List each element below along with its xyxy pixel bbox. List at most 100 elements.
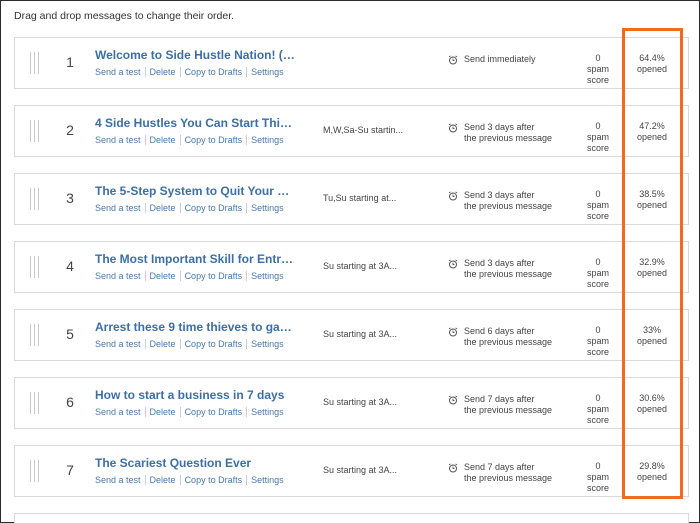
opened-rate: 32.9% opened xyxy=(636,257,668,278)
send-timing: Send immediately xyxy=(464,54,536,64)
drag-handle-icon[interactable] xyxy=(30,120,39,142)
delete-link[interactable]: Delete xyxy=(144,271,180,281)
send-test-link[interactable]: Send a test xyxy=(95,67,145,77)
opened-rate: 47.2% opened xyxy=(636,121,668,142)
alarm-clock-icon xyxy=(448,395,458,405)
message-row-partial xyxy=(14,513,689,523)
alarm-clock-icon xyxy=(448,259,458,269)
message-title-link[interactable]: The 5-Step System to Quit Your Job I... xyxy=(95,184,295,198)
send-test-link[interactable]: Send a test xyxy=(95,407,145,417)
alarm-clock-icon xyxy=(448,463,458,473)
message-actions: Send a test Delete Copy to Drafts Settin… xyxy=(95,475,288,485)
send-test-link[interactable]: Send a test xyxy=(95,475,145,485)
spam-score: 0 spam score xyxy=(586,257,609,289)
message-actions: Send a test Delete Copy to Drafts Settin… xyxy=(95,271,288,281)
message-row[interactable]: 3 The 5-Step System to Quit Your Job I..… xyxy=(14,173,689,225)
alarm-clock-icon xyxy=(448,191,458,201)
copy-to-drafts-link[interactable]: Copy to Drafts xyxy=(179,407,247,417)
drag-handle-icon[interactable] xyxy=(30,324,39,346)
send-timing: Send 3 days after the previous message xyxy=(464,190,553,211)
message-number: 5 xyxy=(66,326,74,342)
send-timing: Send 7 days after the previous message xyxy=(464,462,553,483)
message-actions: Send a test Delete Copy to Drafts Settin… xyxy=(95,407,288,417)
drag-handle-icon[interactable] xyxy=(30,52,39,74)
alarm-clock-icon xyxy=(448,327,458,337)
settings-link[interactable]: Settings xyxy=(246,339,288,349)
alarm-clock-icon xyxy=(448,123,458,133)
message-title-link[interactable]: Welcome to Side Hustle Nation! (You... xyxy=(95,48,295,62)
message-row[interactable]: 2 4 Side Hustles You Can Start This Week… xyxy=(14,105,689,157)
spam-score: 0 spam score xyxy=(586,189,609,221)
message-number: 2 xyxy=(66,122,74,138)
drag-handle-icon[interactable] xyxy=(30,392,39,414)
copy-to-drafts-link[interactable]: Copy to Drafts xyxy=(179,135,247,145)
send-timing: Send 3 days after the previous message xyxy=(464,258,553,279)
message-row[interactable]: 7 The Scariest Question Ever Send a test… xyxy=(14,445,689,497)
settings-link[interactable]: Settings xyxy=(246,407,288,417)
opened-rate: 30.6% opened xyxy=(636,393,668,414)
message-title-link[interactable]: 4 Side Hustles You Can Start This Week xyxy=(95,116,295,130)
message-number: 7 xyxy=(66,462,74,478)
message-actions: Send a test Delete Copy to Drafts Settin… xyxy=(95,339,288,349)
message-row[interactable]: 6 How to start a business in 7 days Send… xyxy=(14,377,689,429)
message-row[interactable]: 1 Welcome to Side Hustle Nation! (You...… xyxy=(14,37,689,89)
message-list: 1 Welcome to Side Hustle Nation! (You...… xyxy=(14,37,689,523)
send-test-link[interactable]: Send a test xyxy=(95,135,145,145)
drag-handle-icon[interactable] xyxy=(30,188,39,210)
send-timing: Send 6 days after the previous message xyxy=(464,326,553,347)
message-title-link[interactable]: The Most Important Skill for Entrepr... xyxy=(95,252,295,266)
spam-score: 0 spam score xyxy=(586,121,609,153)
message-row[interactable]: 4 The Most Important Skill for Entrepr..… xyxy=(14,241,689,293)
message-actions: Send a test Delete Copy to Drafts Settin… xyxy=(95,135,288,145)
message-number: 3 xyxy=(66,190,74,206)
message-number: 4 xyxy=(66,258,74,274)
opened-rate: 64.4% opened xyxy=(636,53,668,74)
message-actions: Send a test Delete Copy to Drafts Settin… xyxy=(95,203,288,213)
copy-to-drafts-link[interactable]: Copy to Drafts xyxy=(179,339,247,349)
spam-score: 0 spam score xyxy=(586,53,609,85)
delete-link[interactable]: Delete xyxy=(144,407,180,417)
settings-link[interactable]: Settings xyxy=(246,203,288,213)
delete-link[interactable]: Delete xyxy=(144,135,180,145)
message-actions: Send a test Delete Copy to Drafts Settin… xyxy=(95,67,288,77)
copy-to-drafts-link[interactable]: Copy to Drafts xyxy=(179,203,247,213)
spam-score: 0 spam score xyxy=(586,461,609,493)
settings-link[interactable]: Settings xyxy=(246,135,288,145)
message-number: 6 xyxy=(66,394,74,410)
send-test-link[interactable]: Send a test xyxy=(95,271,145,281)
schedule-text: Su starting at 3A... xyxy=(323,261,398,271)
delete-link[interactable]: Delete xyxy=(144,475,180,485)
delete-link[interactable]: Delete xyxy=(144,339,180,349)
schedule-text: Su starting at 3A... xyxy=(323,397,398,407)
copy-to-drafts-link[interactable]: Copy to Drafts xyxy=(179,67,247,77)
copy-to-drafts-link[interactable]: Copy to Drafts xyxy=(179,475,247,485)
drag-handle-icon[interactable] xyxy=(30,460,39,482)
spam-score: 0 spam score xyxy=(586,393,609,425)
send-test-link[interactable]: Send a test xyxy=(95,339,145,349)
settings-link[interactable]: Settings xyxy=(246,475,288,485)
delete-link[interactable]: Delete xyxy=(144,203,180,213)
message-row[interactable]: 5 Arrest these 9 time thieves to gain a.… xyxy=(14,309,689,361)
message-title-link[interactable]: How to start a business in 7 days xyxy=(95,388,295,402)
spam-score: 0 spam score xyxy=(586,325,609,357)
send-timing: Send 3 days after the previous message xyxy=(464,122,553,143)
opened-rate: 33% opened xyxy=(636,325,668,346)
instructions-text: Drag and drop messages to change their o… xyxy=(14,10,235,22)
settings-link[interactable]: Settings xyxy=(246,271,288,281)
schedule-text: Su starting at 3A... xyxy=(323,465,398,475)
opened-rate: 38.5% opened xyxy=(636,189,668,210)
send-timing: Send 7 days after the previous message xyxy=(464,394,553,415)
send-test-link[interactable]: Send a test xyxy=(95,203,145,213)
message-title-link[interactable]: The Scariest Question Ever xyxy=(95,456,295,470)
delete-link[interactable]: Delete xyxy=(144,67,180,77)
drag-handle-icon[interactable] xyxy=(30,256,39,278)
message-title-link[interactable]: Arrest these 9 time thieves to gain a... xyxy=(95,320,295,334)
message-number: 1 xyxy=(66,54,74,70)
schedule-text: M,W,Sa-Su startin... xyxy=(323,125,404,135)
schedule-text: Su starting at 3A... xyxy=(323,329,398,339)
settings-link[interactable]: Settings xyxy=(246,67,288,77)
copy-to-drafts-link[interactable]: Copy to Drafts xyxy=(179,271,247,281)
opened-rate: 29.8% opened xyxy=(636,461,668,482)
schedule-text: Tu,Su starting at... xyxy=(323,193,397,203)
alarm-clock-icon xyxy=(448,55,458,65)
